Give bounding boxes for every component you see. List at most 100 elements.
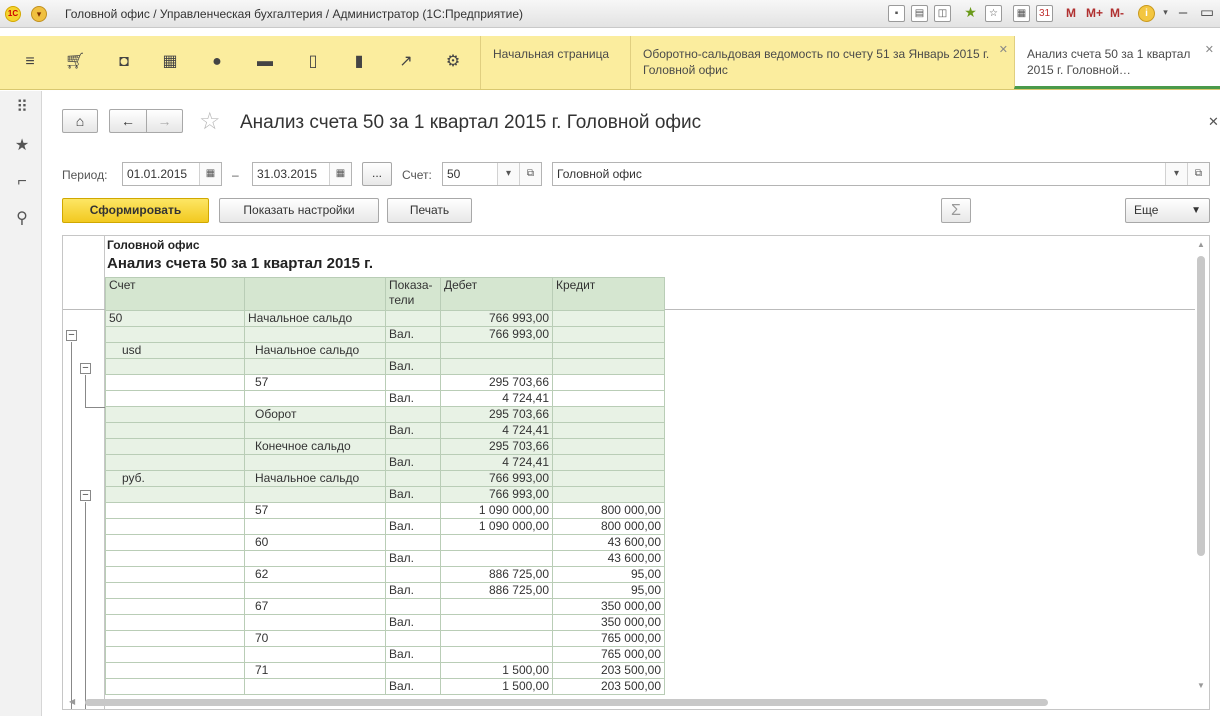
cell-account [105,598,245,615]
cell-indicator [385,662,441,679]
tab-balance-sheet[interactable]: Оборотно-сальдовая ведомость по счету 51… [630,36,1014,89]
favorites-icon[interactable]: ☆ [985,5,1002,22]
print-button[interactable]: Печать [387,198,472,223]
memory-minus-button[interactable]: M- [1110,6,1124,20]
cell-indicator: Вал. [385,614,441,631]
cell-credit [552,390,665,407]
truck-icon[interactable]: ▬ [248,36,282,88]
more-button[interactable]: Еще ▼ [1125,198,1210,223]
cell-credit: 95,00 [552,582,665,599]
apps-grid-icon[interactable]: ⠿ [12,98,32,118]
cell-debit [440,598,553,615]
cell-credit [552,406,665,423]
report-spreadsheet[interactable]: − − − Головной офис Анализ счета 50 за 1… [62,235,1210,710]
forward-button[interactable]: → [146,109,183,133]
sum-button[interactable]: Σ [941,198,971,223]
cell-indicator: Вал. [385,646,441,663]
scroll-up-icon[interactable]: ▲ [1197,240,1205,249]
bag-icon[interactable]: ◘ [107,36,141,88]
cell-account [105,518,245,535]
back-button[interactable]: ← [109,109,146,133]
close-icon[interactable]: ✕ [1208,114,1219,130]
info-icon[interactable]: i [1138,5,1155,22]
table-row: 62 886 725,00 95,00 [105,566,665,583]
horizontal-scrollbar[interactable]: ◀ [63,695,1195,709]
favorite-add-icon[interactable]: ★ [962,5,979,22]
account-field[interactable]: 50 ▾ ⧉ [442,162,542,186]
generate-button[interactable]: Сформировать [62,198,209,223]
gear-icon[interactable]: ⚙ [436,36,470,88]
chart-bar-icon[interactable]: ▮ [342,36,376,88]
table-row: 57 295 703,66 [105,374,665,391]
page-title: Анализ счета 50 за 1 квартал 2015 г. Гол… [240,112,702,133]
calendar-icon[interactable]: ▦ [329,163,351,185]
group-line [85,375,86,407]
main-menu-icon[interactable]: ▾ [31,6,47,22]
grid-icon[interactable]: ▦ [153,36,187,88]
print-icon[interactable]: ▤ [911,5,928,22]
cell-indicator [385,374,441,391]
cell-account [105,534,245,551]
tab-account-analysis[interactable]: Анализ счета 50 за 1 квартал 2015 г. Гол… [1014,36,1220,89]
calendar-icon[interactable]: ▦ [199,163,221,185]
close-icon[interactable]: ✕ [999,42,1008,58]
period-select-button[interactable]: ... [362,162,392,186]
date-to-field[interactable]: 31.03.2015 ▦ [252,162,352,186]
collapse-group-icon[interactable]: − [66,330,77,341]
show-settings-button[interactable]: Показать настройки [219,198,379,223]
menu-icon[interactable]: ≡ [13,36,47,88]
save-icon[interactable]: ▪ [888,5,905,22]
table-row: Вал. 4 724,41 [105,390,665,407]
search-icon[interactable]: ⚲ [12,209,32,229]
open-icon[interactable]: ⧉ [519,163,541,185]
minimize-icon[interactable]: – [1172,3,1194,23]
favorite-star-icon[interactable]: ☆ [199,109,221,135]
home-button[interactable]: ⌂ [62,109,98,133]
memory-button[interactable]: M [1066,6,1076,20]
cart-icon[interactable]: 🛒︎ [58,36,92,88]
cell-credit [552,358,665,375]
scroll-down-icon[interactable]: ▼ [1197,681,1205,690]
cell-credit [552,374,665,391]
close-icon[interactable]: ✕ [1205,42,1214,58]
cell-indicator: Вал. [385,518,441,535]
scroll-left-icon[interactable]: ◀ [69,697,75,706]
documents-icon[interactable]: ▯ [296,36,330,88]
memory-plus-button[interactable]: M+ [1086,6,1103,20]
scroll-thumb[interactable] [1197,256,1205,556]
cell-credit: 765 000,00 [552,646,665,663]
collapse-group-icon[interactable]: − [80,363,91,374]
collapse-group-icon[interactable]: − [80,490,91,501]
cell-credit [552,326,665,343]
table-row: Вал. 766 993,00 [105,326,665,343]
date-from-field[interactable]: 01.01.2015 ▦ [122,162,222,186]
preview-icon[interactable]: ◫ [934,5,951,22]
chevron-down-icon[interactable]: ▾ [1165,163,1187,185]
maximize-icon[interactable]: ▭ [1196,3,1218,23]
scroll-thumb[interactable] [85,699,1048,706]
group-line [85,502,86,709]
vertical-scrollbar[interactable]: ▲ ▼ [1194,238,1208,692]
cell-debit [440,614,553,631]
favorites-star-icon[interactable]: ★ [12,136,32,156]
column-header-blank [244,277,386,311]
cell-account [105,662,245,679]
cell-item: 71 [244,662,386,679]
history-icon[interactable]: ⌐ [12,172,32,192]
tab-start-page[interactable]: Начальная страница [480,36,630,89]
cell-debit: 886 725,00 [440,582,553,599]
chevron-down-icon[interactable]: ▾ [497,163,519,185]
ruble-icon[interactable]: ● [200,36,234,88]
cell-debit: 4 724,41 [440,390,553,407]
organization-value: Головной офис [557,167,642,181]
table-row: Вал. 4 724,41 [105,454,665,471]
home-icon: ⌂ [75,113,85,129]
table-row: 67 350 000,00 [105,598,665,615]
cell-indicator: Вал. [385,422,441,439]
calculator-icon[interactable]: ▦ [1013,5,1030,22]
cell-indicator [385,534,441,551]
trend-icon[interactable]: ↗ [389,36,423,88]
open-icon[interactable]: ⧉ [1187,163,1209,185]
organization-field[interactable]: Головной офис ▾ ⧉ [552,162,1210,186]
calendar-icon[interactable]: 31 [1036,5,1053,22]
